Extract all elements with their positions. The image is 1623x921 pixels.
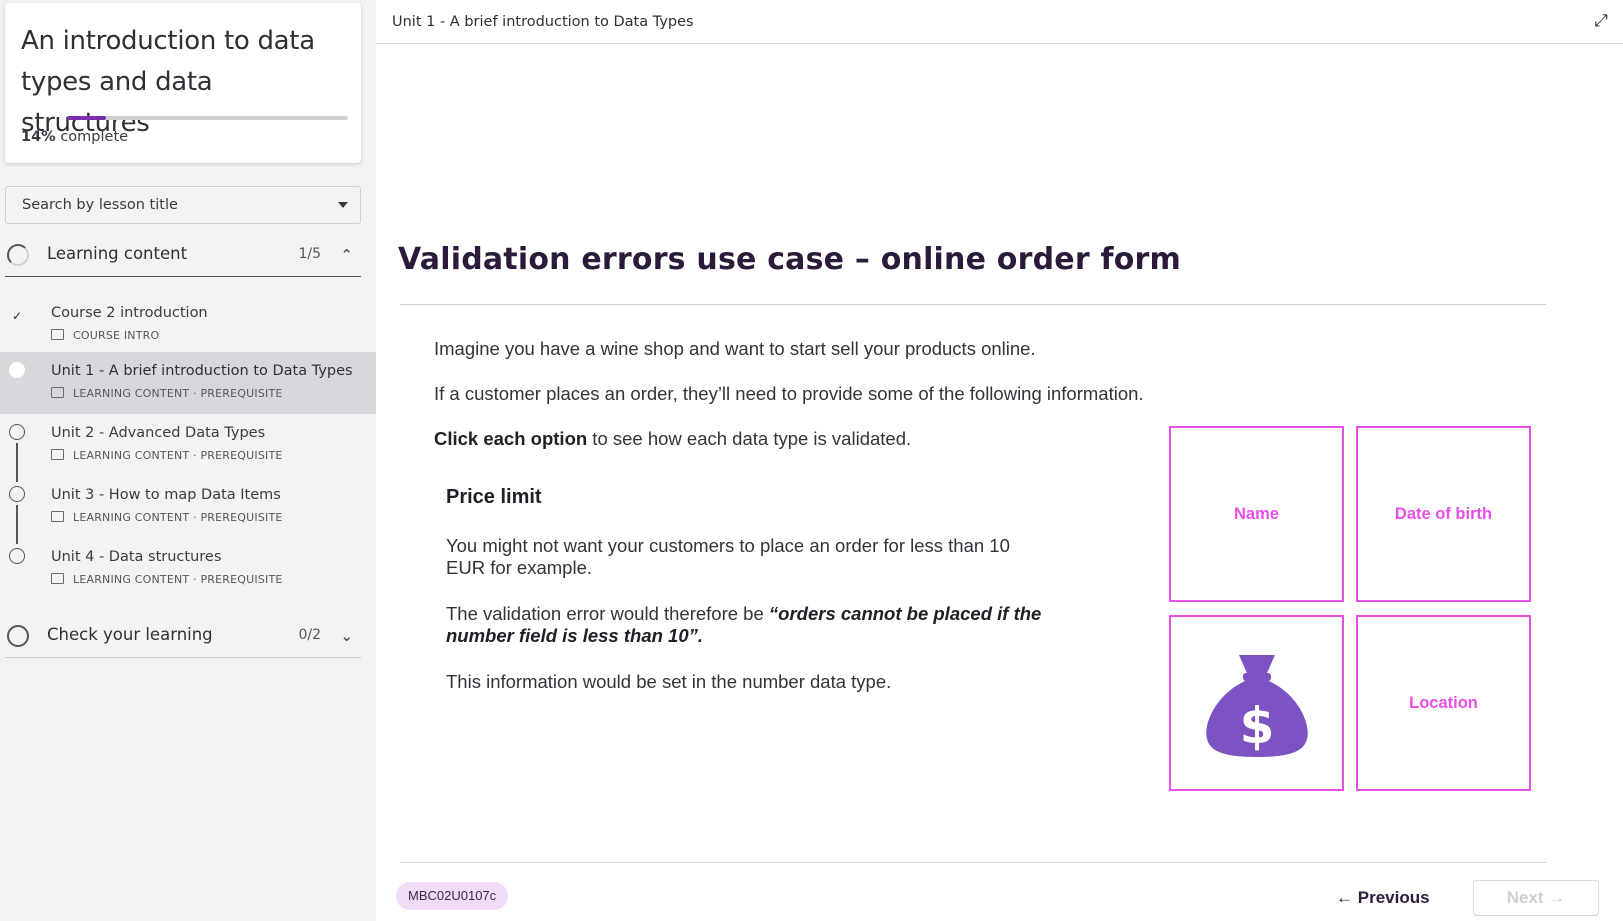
lesson-search-label: Search by lesson title (22, 197, 178, 213)
lesson-title: Course 2 introduction (51, 305, 208, 321)
lesson-status-dot-icon (9, 548, 25, 564)
lesson-search-dropdown[interactable]: Search by lesson title (5, 186, 361, 224)
progress-suffix: complete (60, 129, 129, 145)
lesson-meta: LEARNING CONTENT · PREREQUISITE (51, 387, 283, 400)
checkmark-icon: ✓ (11, 309, 23, 323)
lesson-type: LEARNING CONTENT · PREREQUISITE (73, 573, 283, 586)
lesson-item-unit-4[interactable]: Unit 4 - Data structures LEARNING CONTEN… (0, 538, 376, 600)
tile-label: Date of birth (1394, 504, 1493, 523)
lesson-title: Unit 1 - A brief introduction to Data Ty… (51, 363, 353, 379)
lesson-type: LEARNING CONTENT · PREREQUISITE (73, 449, 283, 462)
lesson-meta: LEARNING CONTENT · PREREQUISITE (51, 573, 283, 586)
option-tile-date-of-birth[interactable]: Date of birth (1356, 426, 1531, 602)
lesson-status-dot-icon (9, 486, 25, 502)
lesson-meta: COURSE INTRO (51, 329, 159, 342)
lesson-item-unit-2[interactable]: Unit 2 - Advanced Data Types LEARNING CO… (0, 414, 376, 476)
previous-label: Previous (1357, 888, 1430, 907)
document-icon (51, 329, 64, 340)
lesson-code-badge: MBC02U0107c (396, 882, 509, 910)
course-title: An introduction to data types and data s… (21, 26, 315, 138)
instruction-rest: to see how each data type is validated. (587, 428, 912, 449)
chevron-up-icon[interactable]: ⌃ (340, 246, 353, 264)
option-tile-location[interactable]: Location (1356, 615, 1531, 791)
lesson-item-course-intro[interactable]: ✓ Course 2 introduction COURSE INTRO (0, 296, 376, 358)
progress-percent: 14% (21, 129, 56, 145)
slides-icon (51, 573, 64, 584)
tile-label: Location (1409, 693, 1478, 712)
tile-label: Name (1234, 504, 1279, 523)
previous-button[interactable]: ← Previous (1336, 882, 1430, 914)
instruction-paragraph: Click each option to see how each data t… (434, 428, 911, 450)
slides-icon (51, 387, 64, 398)
course-progress-text: 14% complete (21, 129, 128, 145)
lesson-meta: LEARNING CONTENT · PREREQUISITE (51, 449, 283, 462)
divider (400, 862, 1546, 863)
option-tile-name[interactable]: Name (1169, 426, 1344, 602)
lesson-type: COURSE INTRO (73, 329, 160, 342)
lesson-content-pane: Unit 1 - A brief introduction to Data Ty… (376, 0, 1623, 921)
lesson-item-unit-1[interactable]: Unit 1 - A brief introduction to Data Ty… (0, 352, 376, 414)
divider (400, 304, 1546, 305)
section-learning-content[interactable]: Learning content 1/5 ⌃ (5, 233, 361, 277)
lesson-heading: Validation errors use case – online orde… (398, 242, 1181, 277)
section-label: Learning content (47, 244, 188, 263)
lesson-status-dot-icon (9, 424, 25, 440)
lesson-meta: LEARNING CONTENT · PREREQUISITE (51, 511, 283, 524)
option-tile-price[interactable]: $ (1169, 615, 1344, 791)
course-progress-fill (67, 116, 107, 120)
intro-paragraph: Imagine you have a wine shop and want to… (434, 338, 1036, 359)
detail-title: Price limit (446, 486, 542, 508)
lesson-status-dot-icon (9, 362, 25, 378)
course-progress-bar (67, 116, 348, 120)
detail-text-prefix: The validation error would therefore be (446, 603, 769, 624)
detail-text: You might not want your customers to pla… (446, 535, 1010, 578)
caret-down-icon (338, 202, 348, 208)
lesson-item-unit-3[interactable]: Unit 3 - How to map Data Items LEARNING … (0, 476, 376, 538)
section-progress-ring-icon (7, 625, 29, 647)
lesson-title: Unit 4 - Data structures (51, 549, 222, 565)
chevron-down-icon[interactable]: ⌄ (340, 627, 353, 645)
section-progress-ring-icon (7, 244, 29, 266)
intro-paragraph: If a customer places an order, they’ll n… (434, 383, 1144, 404)
breadcrumb: Unit 1 - A brief introduction to Data Ty… (392, 14, 694, 30)
svg-text:$: $ (1239, 697, 1274, 755)
detail-text: The validation error would therefore be … (446, 603, 1086, 647)
money-bag-dollar-icon: $ (1205, 655, 1308, 757)
lesson-type: LEARNING CONTENT · PREREQUISITE (73, 511, 283, 524)
lesson-title: Unit 3 - How to map Data Items (51, 487, 281, 503)
section-count: 1/5 (298, 246, 321, 262)
slides-icon (51, 449, 64, 460)
arrow-left-icon: ← (1336, 888, 1353, 907)
expand-fullscreen-icon[interactable]: ⤢ (1591, 11, 1611, 31)
instruction-bold: Click each option (434, 428, 588, 449)
next-label: Next (1506, 888, 1544, 907)
arrow-right-icon: → (1548, 888, 1566, 907)
section-label: Check your learning (47, 625, 213, 644)
course-card: An introduction to data types and data s… (5, 3, 361, 163)
section-count: 0/2 (298, 627, 321, 643)
next-button[interactable]: Next → (1473, 880, 1599, 916)
slides-icon (51, 511, 64, 522)
lesson-header-bar: Unit 1 - A brief introduction to Data Ty… (376, 0, 1623, 44)
section-check-your-learning[interactable]: Check your learning 0/2 ⌄ (5, 614, 361, 658)
course-sidebar: An introduction to data types and data s… (0, 0, 376, 921)
lesson-title: Unit 2 - Advanced Data Types (51, 425, 266, 441)
detail-text: This information would be set in the num… (446, 671, 892, 692)
lesson-type: LEARNING CONTENT · PREREQUISITE (73, 387, 283, 400)
